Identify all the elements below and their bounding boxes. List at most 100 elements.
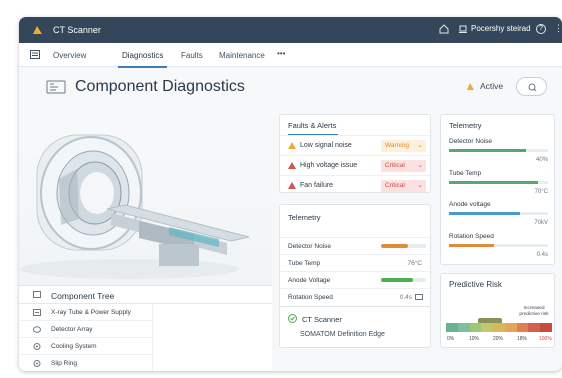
device-model: SOMATOM Definition Edge — [300, 331, 385, 338]
tree-item-label: Slip Ring — [51, 360, 78, 367]
risk-increase-label: Increased predictive risk — [519, 306, 549, 317]
telemetry-row: Rotation Speed 0.4s — [280, 288, 430, 305]
more-options-icon[interactable]: ⋮ — [554, 23, 562, 34]
risk-scale-label: 0% — [447, 336, 455, 342]
help-icon[interactable]: ? — [536, 24, 546, 34]
metric-label: Anode voltage — [449, 201, 491, 208]
detector-icon — [33, 326, 41, 333]
risk-segment — [528, 323, 541, 332]
page-header: Component Diagnostics Active — [19, 67, 562, 109]
tree-item-slip-ring[interactable]: Slip Ring — [19, 355, 152, 371]
risk-segment — [446, 323, 458, 332]
cooling-icon — [33, 343, 41, 350]
level-fill — [449, 149, 527, 152]
severity-select[interactable]: Critical ⌄ — [381, 160, 426, 172]
user-menu[interactable]: Pocershy steirad — [459, 24, 531, 33]
metric-label: Rotation Speed — [449, 233, 494, 240]
telemetry-row: Tube Temp 76°C — [280, 254, 430, 271]
tree-item-detector-array[interactable]: Detector Array — [19, 321, 152, 338]
telemetry-metric: Detector Noise 40% — [449, 138, 548, 163]
metric-label: Detector Noise — [449, 138, 492, 145]
risk-segment — [481, 323, 494, 332]
slip-ring-icon — [33, 360, 41, 367]
tab-faults[interactable]: Faults — [181, 51, 203, 60]
telemetry-label: Tube Temp — [288, 260, 321, 267]
severity-text: Critical — [385, 182, 405, 189]
metric-bar — [449, 212, 548, 215]
telemetry-label: Anode Voltage — [288, 277, 331, 284]
status-text: Active — [480, 81, 504, 91]
risk-scale-label: 18% — [517, 336, 528, 342]
telemetry-title: Telemetry — [288, 213, 321, 222]
title-bar: CT Scanner Pocershy steirad ? ⋮ — [19, 17, 562, 43]
telemetry-metric: Rotation Speed 0.4s — [449, 233, 548, 258]
level-fill — [381, 244, 408, 248]
telemetry-title: Telemetry — [449, 121, 482, 130]
metric-bar — [449, 181, 548, 184]
level-fill — [381, 278, 413, 282]
telemetry-metric: Tube Temp 70°C — [449, 170, 548, 195]
faults-title: Faults & Alerts — [288, 121, 339, 135]
check-circle-icon — [288, 314, 297, 323]
telemetry-metric: Anode voltage 70kV — [449, 201, 548, 226]
telemetry-value: 0.4s — [399, 294, 412, 301]
ct-scanner-image — [19, 134, 250, 279]
user-icon — [459, 25, 467, 33]
status-icon — [467, 82, 474, 90]
tree-item-label: X-ray Tube & Power Supply — [51, 309, 131, 316]
severity-select[interactable]: Warning ⌄ — [381, 140, 426, 152]
tab-maintenance[interactable]: Maintenance — [219, 51, 265, 60]
device-card: CT Scanner SOMATOM Definition Edge — [279, 306, 431, 348]
risk-scale-label: 100% — [539, 336, 552, 342]
status-badge: Active — [466, 81, 503, 91]
risk-segment — [504, 323, 517, 332]
fault-row[interactable]: High voltage issue Critical ⌄ — [280, 155, 430, 175]
level-fill — [449, 181, 539, 184]
app-logo-icon — [33, 26, 42, 34]
level-fill — [449, 212, 521, 215]
diagnostics-icon — [46, 80, 66, 94]
chevron-down-icon: ⌄ — [417, 162, 423, 169]
search-button[interactable] — [516, 77, 547, 96]
home-icon[interactable] — [439, 24, 449, 34]
risk-scale-label: 20% — [493, 336, 504, 342]
tree-detail-pane — [152, 304, 272, 371]
telemetry-row: Detector Noise — [280, 237, 430, 254]
faults-alerts-card: Faults & Alerts Low signal noise Warning… — [279, 114, 431, 193]
tab-diagnostics[interactable]: Diagnostics — [117, 51, 168, 68]
level-fill — [449, 244, 494, 247]
fault-row[interactable]: Fan failure Critical ⌄ — [280, 175, 430, 195]
chevron-down-icon: ⌄ — [417, 142, 423, 149]
tree-item-cooling-system[interactable]: Cooling System — [19, 338, 152, 355]
tree-item-label: Detector Array — [51, 326, 93, 333]
alert-icon — [288, 162, 296, 169]
risk-segment — [516, 323, 529, 332]
telemetry-label: Rotation Speed — [288, 294, 333, 301]
risk-segment — [457, 323, 470, 332]
app-window: CT Scanner Pocershy steirad ? ⋮ Overview… — [19, 17, 562, 371]
component-tree-header: Component Tree — [19, 286, 272, 304]
risk-segment — [540, 323, 553, 332]
metric-value: 70°C — [534, 189, 548, 195]
component-tree-title: Component Tree — [51, 291, 115, 301]
severity-select[interactable]: Critical ⌄ — [381, 180, 426, 192]
monitor-icon — [415, 294, 423, 300]
severity-text: Warning — [385, 142, 409, 149]
menu-icon[interactable] — [30, 50, 40, 59]
fault-label: High voltage issue — [300, 162, 358, 169]
telemetry-card: Telemetry Detector Noise Tube Temp 76°C … — [279, 204, 431, 308]
page-title: Component Diagnostics — [75, 78, 245, 95]
fault-row[interactable]: Low signal noise Warning ⌄ — [280, 135, 430, 155]
tree-item-xray-tube[interactable]: X-ray Tube & Power Supply — [19, 304, 152, 321]
device-name: CT Scanner — [302, 315, 342, 324]
chevron-down-icon: ⌄ — [417, 182, 423, 189]
risk-gradient-bar — [446, 323, 553, 332]
telemetry-summary-card: Telemetry Detector Noise 40% Tube Temp 7… — [440, 114, 555, 265]
fault-label: Low signal noise — [300, 142, 352, 149]
user-name: Pocershy steirad — [471, 24, 531, 33]
tab-more[interactable]: ••• — [277, 49, 285, 58]
tab-overview[interactable]: Overview — [53, 51, 86, 60]
metric-value: 70kV — [534, 220, 548, 226]
xray-tube-icon — [33, 309, 41, 316]
telemetry-row: Anode Voltage — [280, 271, 430, 288]
